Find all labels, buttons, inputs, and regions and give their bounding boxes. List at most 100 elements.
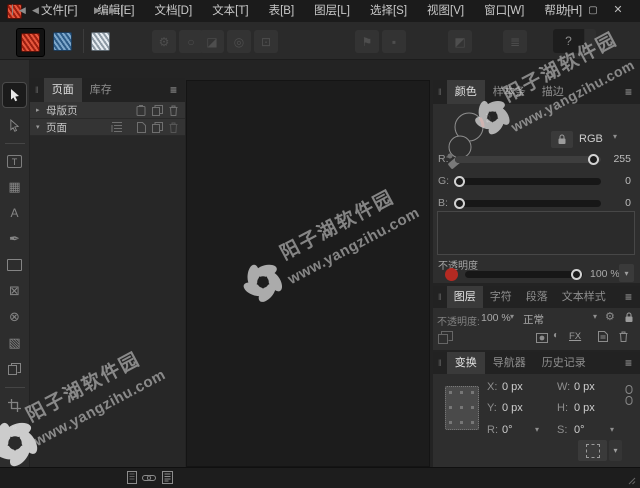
- opacity-slider-knob[interactable]: [571, 269, 582, 280]
- green-slider[interactable]: [454, 176, 601, 187]
- panel-menu-icon[interactable]: ≡: [625, 80, 640, 104]
- red-value[interactable]: 255: [605, 153, 631, 165]
- pages-row[interactable]: ▾ 页面: [30, 119, 185, 136]
- text-settings-button[interactable]: ≣: [503, 30, 527, 53]
- node-tool[interactable]: [4, 116, 26, 134]
- link-dimensions-icon[interactable]: [624, 385, 634, 405]
- color-lock-button[interactable]: [551, 131, 573, 148]
- anchor-point-selector[interactable]: [445, 386, 479, 430]
- frame-text-tool[interactable]: T: [4, 152, 26, 170]
- frame-button[interactable]: ⊡: [254, 30, 278, 53]
- panel-grip-icon[interactable]: ‖: [30, 78, 44, 102]
- chevron-right-icon[interactable]: ▸: [36, 106, 46, 114]
- tab-layers[interactable]: 图层: [446, 286, 483, 308]
- chevron-down-icon[interactable]: ▾: [535, 425, 539, 434]
- resize-grip-icon[interactable]: [628, 477, 636, 485]
- first-page-button[interactable]: ▏◀: [12, 3, 26, 17]
- red-slider-knob[interactable]: [588, 154, 599, 165]
- menu-view[interactable]: 视图[V]: [417, 0, 474, 22]
- artistic-text-tool[interactable]: A: [4, 204, 26, 222]
- tab-stroke[interactable]: 描边: [534, 80, 572, 104]
- chevron-down-icon[interactable]: ▾: [510, 312, 514, 321]
- picture-frame-rect-tool[interactable]: ⊠: [4, 282, 26, 300]
- next-page-button[interactable]: ▶: [94, 3, 101, 17]
- marker-button[interactable]: ▪: [382, 30, 406, 53]
- pen-tool[interactable]: ✒: [4, 230, 26, 248]
- document-canvas[interactable]: [186, 80, 430, 467]
- target-button[interactable]: ◎: [227, 30, 251, 53]
- blend-mode-select[interactable]: 正常: [523, 312, 544, 327]
- chevron-down-icon[interactable]: ▾: [36, 123, 46, 131]
- blue-slider[interactable]: [454, 198, 601, 209]
- place-image-tool[interactable]: ▧: [4, 334, 26, 352]
- picture-frame-ellipse-tool[interactable]: ⊗: [4, 308, 26, 326]
- tab-stock[interactable]: 库存: [82, 78, 120, 102]
- new-layer-icon[interactable]: [598, 331, 608, 342]
- transform-mode-button[interactable]: [578, 440, 607, 461]
- page-curl-button[interactable]: ◪: [200, 30, 224, 53]
- table-tool[interactable]: ▦: [4, 178, 26, 196]
- opacity-slider[interactable]: [465, 269, 583, 280]
- menu-file[interactable]: 文件[F]: [31, 0, 87, 22]
- chevron-down-icon[interactable]: ▾: [613, 132, 617, 141]
- preflight-button[interactable]: ◩: [448, 30, 472, 53]
- tab-color[interactable]: 颜色: [446, 80, 485, 104]
- pages-list-icon[interactable]: [162, 471, 173, 484]
- persona-publisher-button[interactable]: [16, 28, 45, 57]
- page-display-icon[interactable]: [127, 471, 137, 484]
- chevron-down-icon[interactable]: ▾: [593, 312, 597, 321]
- color-well[interactable]: [437, 211, 635, 255]
- menu-layer[interactable]: 图层[L]: [304, 0, 360, 22]
- vector-crop-tool[interactable]: [4, 396, 26, 414]
- green-value[interactable]: 0: [605, 175, 631, 187]
- opacity-preset-button[interactable]: ▾: [619, 264, 634, 282]
- color-model-select[interactable]: RGB: [579, 133, 603, 145]
- delete-master-icon[interactable]: [169, 105, 178, 116]
- opacity-swatch[interactable]: [445, 268, 458, 281]
- help-dropdown[interactable]: [585, 29, 596, 53]
- move-tool[interactable]: [2, 82, 27, 108]
- panel-menu-icon[interactable]: ≡: [170, 78, 185, 102]
- stroke-color-circle[interactable]: [448, 135, 472, 159]
- persona-designer-button[interactable]: [50, 29, 75, 54]
- lock-layer-icon[interactable]: [624, 312, 634, 323]
- panel-grip-icon[interactable]: ‖: [433, 286, 447, 308]
- menu-table[interactable]: 表[B]: [259, 0, 305, 22]
- layer-effects-button[interactable]: FX: [569, 331, 581, 342]
- duplicate-master-icon[interactable]: [152, 104, 163, 116]
- maximize-button[interactable]: ▢: [582, 0, 604, 22]
- close-button[interactable]: ✕: [607, 0, 629, 22]
- menu-select[interactable]: 选择[S]: [360, 0, 417, 22]
- tab-paragraph[interactable]: 段落: [519, 286, 555, 308]
- menu-document[interactable]: 文档[D]: [144, 0, 202, 22]
- x-field[interactable]: 0 px: [502, 381, 523, 393]
- shear-field[interactable]: 0°: [574, 424, 585, 436]
- panel-grip-icon[interactable]: ‖: [433, 352, 447, 374]
- menu-text[interactable]: 文本[T]: [202, 0, 258, 22]
- delete-layer-icon[interactable]: [619, 331, 628, 342]
- minimize-button[interactable]: –: [557, 0, 579, 22]
- tab-swatches[interactable]: 样本条: [485, 80, 534, 104]
- blend-gear-icon[interactable]: ⚙: [605, 310, 615, 323]
- tab-pages[interactable]: 页面: [43, 78, 82, 102]
- rotate-left-button[interactable]: ⚙: [152, 30, 176, 53]
- red-slider[interactable]: [455, 154, 601, 165]
- persona-photo-button[interactable]: [88, 29, 113, 54]
- link-pages-icon[interactable]: [142, 474, 156, 482]
- blue-value[interactable]: 0: [605, 197, 631, 209]
- transform-mode-dropdown[interactable]: ▾: [609, 440, 622, 461]
- tab-transform[interactable]: 变换: [446, 352, 485, 374]
- last-page-button[interactable]: ▶▕: [109, 3, 123, 17]
- opacity-value[interactable]: 100 %: [590, 268, 620, 280]
- panel-grip-icon[interactable]: ‖: [433, 80, 447, 104]
- layer-opacity-value[interactable]: 100 %: [481, 312, 511, 324]
- panel-menu-icon[interactable]: ≡: [625, 286, 640, 308]
- master-pages-row[interactable]: ▸ 母版页: [30, 102, 185, 119]
- panel-menu-icon[interactable]: ≡: [625, 352, 640, 374]
- rectangle-tool[interactable]: [4, 256, 26, 274]
- y-field[interactable]: 0 px: [502, 402, 523, 414]
- green-slider-knob[interactable]: [454, 176, 465, 187]
- tab-history[interactable]: 历史记录: [534, 352, 594, 374]
- previous-page-button[interactable]: ◀: [32, 3, 39, 17]
- tab-text-styles[interactable]: 文本样式: [555, 286, 613, 308]
